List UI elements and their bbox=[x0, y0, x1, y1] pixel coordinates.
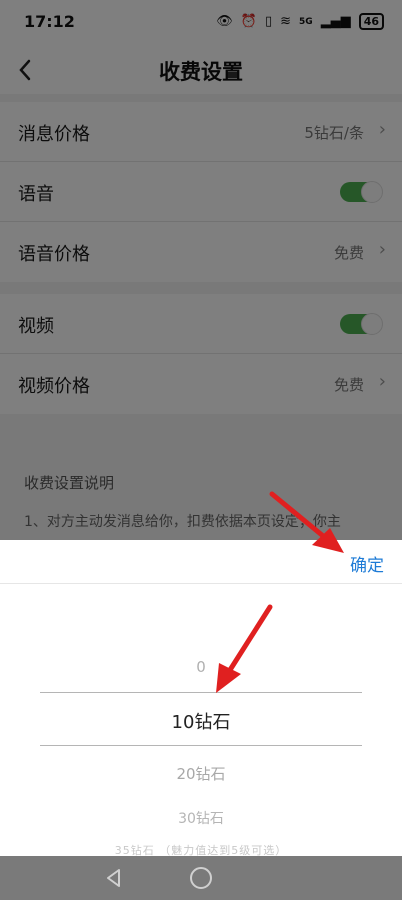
modal-overlay[interactable] bbox=[0, 0, 402, 540]
picker-divider bbox=[40, 692, 362, 693]
confirm-button[interactable]: 确定 bbox=[350, 551, 384, 576]
picker-option[interactable]: 30钻石 bbox=[0, 808, 402, 828]
picker-toolbar: 确定 bbox=[0, 540, 402, 584]
picker-option[interactable]: 0 bbox=[0, 658, 402, 676]
navigation-bar bbox=[0, 856, 402, 900]
picker-option[interactable]: 35钻石 （魅力值达到5级可选） bbox=[0, 842, 402, 856]
picker-option[interactable]: 20钻石 bbox=[0, 763, 402, 784]
triangle-back-icon[interactable] bbox=[104, 868, 124, 888]
picker-option-selected[interactable]: 10钻石 bbox=[0, 708, 402, 734]
picker-sheet: 确定 0 10钻石 20钻石 30钻石 35钻石 （魅力值达到5级可选） bbox=[0, 540, 402, 856]
value-picker[interactable]: 0 10钻石 20钻石 30钻石 35钻石 （魅力值达到5级可选） bbox=[0, 584, 402, 856]
screen: 17:12 👁 ⏰ ▯ ≋ 5G ▂▄▆ 46 收费设置 消息价格 5钻石/条 … bbox=[0, 0, 402, 900]
picker-divider bbox=[40, 745, 362, 746]
circle-home-icon[interactable] bbox=[190, 867, 212, 889]
